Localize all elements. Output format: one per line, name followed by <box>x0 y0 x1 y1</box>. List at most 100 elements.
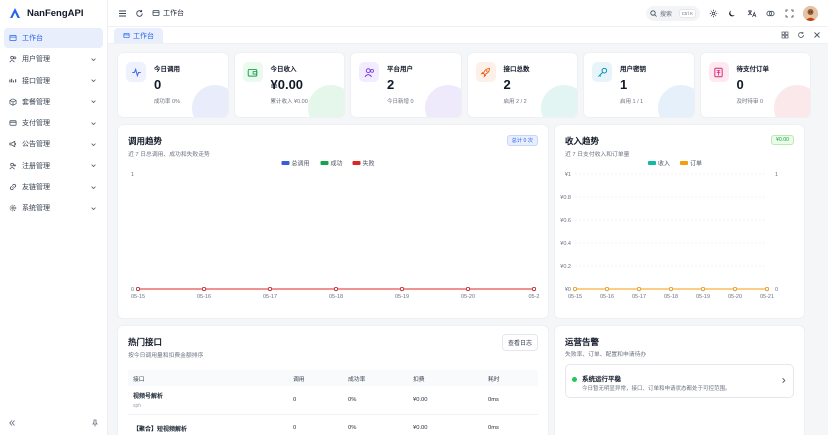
decor-blob <box>191 85 228 117</box>
stat-title: 待支付订单 <box>736 66 770 73</box>
stat-subtext: 今日新增 0 <box>387 99 414 105</box>
tab-dashboard[interactable]: 工作台 <box>114 28 163 43</box>
table-row[interactable]: 视频号解析 sph 0 0% ¥0.00 0ms <box>128 386 538 415</box>
stat-subtext: 及时待审 0 <box>736 99 764 105</box>
announcement-icon <box>8 140 17 149</box>
card-title: 收入趋势 <box>565 136 600 146</box>
x-tick-label: 05-16 <box>197 294 211 300</box>
reload-tab-icon[interactable] <box>796 30 806 40</box>
y-tick-label: ¥1 <box>565 172 571 178</box>
alert-title: 系统运行平稳 <box>582 376 621 383</box>
sidebar-item[interactable]: 接口管理 <box>4 71 103 91</box>
calls-cell: 0 <box>288 414 343 435</box>
menu-toggle-icon[interactable] <box>116 7 128 19</box>
dark-mode-icon[interactable] <box>727 8 738 19</box>
data-point <box>700 286 705 291</box>
sidebar-item[interactable]: 系统管理 <box>4 198 103 218</box>
x-tick-label: 05-18 <box>664 294 678 300</box>
avatar[interactable] <box>803 5 818 21</box>
stat-title: 平台用户 <box>387 66 413 73</box>
breadcrumb[interactable]: 工作台 <box>152 8 184 18</box>
hot-apis-card: 热门接口 按今日调用量和扣费金额排序 查看日志 接口 调用 成功率 扣费 耗时 视频号解… <box>118 326 548 435</box>
data-point <box>637 286 642 291</box>
settings-gear-icon[interactable] <box>708 8 719 19</box>
pin-icon[interactable] <box>89 417 101 429</box>
column-header: 调用 <box>288 370 343 386</box>
x-tick-label: 05-19 <box>395 294 409 300</box>
status-dot <box>572 377 577 382</box>
sidebar: NanFengAPI 工作台 用户管理 接口管理 套餐管理 支付管理 公告管理 … <box>0 0 108 435</box>
stat-value: 0 <box>154 77 162 92</box>
chevron-down-icon <box>91 185 96 189</box>
legend-label: 总调用 <box>292 160 310 168</box>
x-tick-label: 05-20 <box>728 294 742 300</box>
register-icon <box>8 161 17 170</box>
stat-card: 今日收入 ¥0.00 累计收入 ¥0.00 <box>234 53 344 117</box>
grid-view-icon[interactable] <box>780 30 790 40</box>
decor-blob <box>424 85 461 117</box>
fee-cell: ¥0.00 <box>408 386 483 415</box>
fullscreen-icon[interactable] <box>784 8 795 19</box>
language-icon[interactable] <box>746 8 757 19</box>
x-tick-label: 05-21 <box>760 294 774 300</box>
brand[interactable]: NanFengAPI <box>0 0 107 26</box>
logo-icon <box>10 8 20 18</box>
payment-icon <box>8 119 17 128</box>
sidebar-item[interactable]: 注册管理 <box>4 156 103 176</box>
table-header: 接口 调用 成功率 扣费 耗时 <box>128 370 538 386</box>
view-logs-button[interactable]: 查看日志 <box>501 334 538 351</box>
y-tick-label: ¥0 <box>565 287 571 293</box>
data-point <box>572 286 577 291</box>
table-row[interactable]: 【聚合】短视频解析 0 0% ¥0.00 0ms <box>128 414 538 435</box>
sidebar-item-label: 套餐管理 <box>22 98 50 106</box>
x-tick-label: 05-20 <box>461 294 475 300</box>
search-placeholder: 搜索 <box>660 11 673 18</box>
stat-card: 用户密钥 1 启用 1 / 1 <box>584 53 694 117</box>
data-point <box>465 286 470 291</box>
search-input[interactable]: 搜索 Ctrl K <box>646 5 700 21</box>
bottom-row: 热门接口 按今日调用量和扣费金额排序 查看日志 接口 调用 成功率 扣费 耗时 视频号解… <box>118 326 810 435</box>
sidebar-item[interactable]: 友链管理 <box>4 177 103 197</box>
sidebar-item[interactable]: 支付管理 <box>4 113 103 133</box>
column-header: 耗时 <box>483 370 538 386</box>
charts-row: 调用趋势 近 7 日总调用、成功和失败走势 总计 0 次 总调用 成功 失败 0 1 05… <box>118 125 810 318</box>
stat-value: 2 <box>387 77 395 92</box>
legend-swatch <box>648 161 656 165</box>
dashboard-icon <box>123 32 130 39</box>
sidebar-item[interactable]: 公告管理 <box>4 134 103 154</box>
close-tab-icon[interactable] <box>812 30 822 40</box>
link-icon <box>8 183 17 192</box>
usage-trend-chart: 总调用 成功 失败 0 1 05-15 05-16 05-17 05-18 05-19 05-20 0… <box>131 160 540 301</box>
package-icon <box>8 97 17 106</box>
sidebar-item-label: 工作台 <box>22 35 43 42</box>
stat-card: 待支付订单 0 及时待审 0 <box>700 53 810 117</box>
stat-card: 今日调用 0 成功率 0% <box>118 53 228 117</box>
legend-swatch <box>680 161 688 165</box>
data-point <box>202 286 207 291</box>
theme-icon[interactable] <box>765 8 776 19</box>
legend-label: 订单 <box>690 160 702 168</box>
usage-trend-card: 调用趋势 近 7 日总调用、成功和失败走势 总计 0 次 总调用 成功 失败 0 1 05… <box>118 125 548 318</box>
settings-icon <box>8 204 17 213</box>
topbar: 工作台 搜索 Ctrl K <box>108 0 828 26</box>
card-title: 调用趋势 <box>128 136 163 146</box>
sidebar-item[interactable]: 套餐管理 <box>4 92 103 112</box>
legend-label: 失败 <box>363 160 375 168</box>
table-body: 视频号解析 sph 0 0% ¥0.00 0ms 【聚合】短视频解析 0 0% ¥0… <box>128 386 538 435</box>
card-title: 运营告警 <box>565 337 600 347</box>
key-icon <box>592 62 612 82</box>
chevron-right-icon <box>782 378 786 383</box>
hot-apis-table: 接口 调用 成功率 扣费 耗时 视频号解析 sph 0 0% ¥0.00 0ms 【聚合】短… <box>128 370 538 435</box>
sidebar-item[interactable]: 用户管理 <box>4 49 103 69</box>
sidebar-item[interactable]: 工作台 <box>4 28 103 48</box>
data-point <box>531 286 536 291</box>
sidebar-item-label: 注册管理 <box>22 162 50 170</box>
x-tick-label: 05-17 <box>632 294 646 300</box>
collapse-sidebar-icon[interactable] <box>6 417 18 429</box>
alert-item[interactable]: 系统运行平稳 今日暂无明显异常，接口、订单和申请状态都处于可控范围。 <box>565 364 794 398</box>
legend-label: 收入 <box>658 160 670 168</box>
total-calls-badge: 总计 0 次 <box>506 135 538 146</box>
income-trend-card: 收入趋势 近 7 日支付收入和订单量 ¥0.00 收入 订单 ¥0 ¥0.2 ¥0.4 ¥… <box>555 125 804 318</box>
stat-value: ¥0.00 <box>270 77 304 92</box>
refresh-icon[interactable] <box>133 7 145 19</box>
